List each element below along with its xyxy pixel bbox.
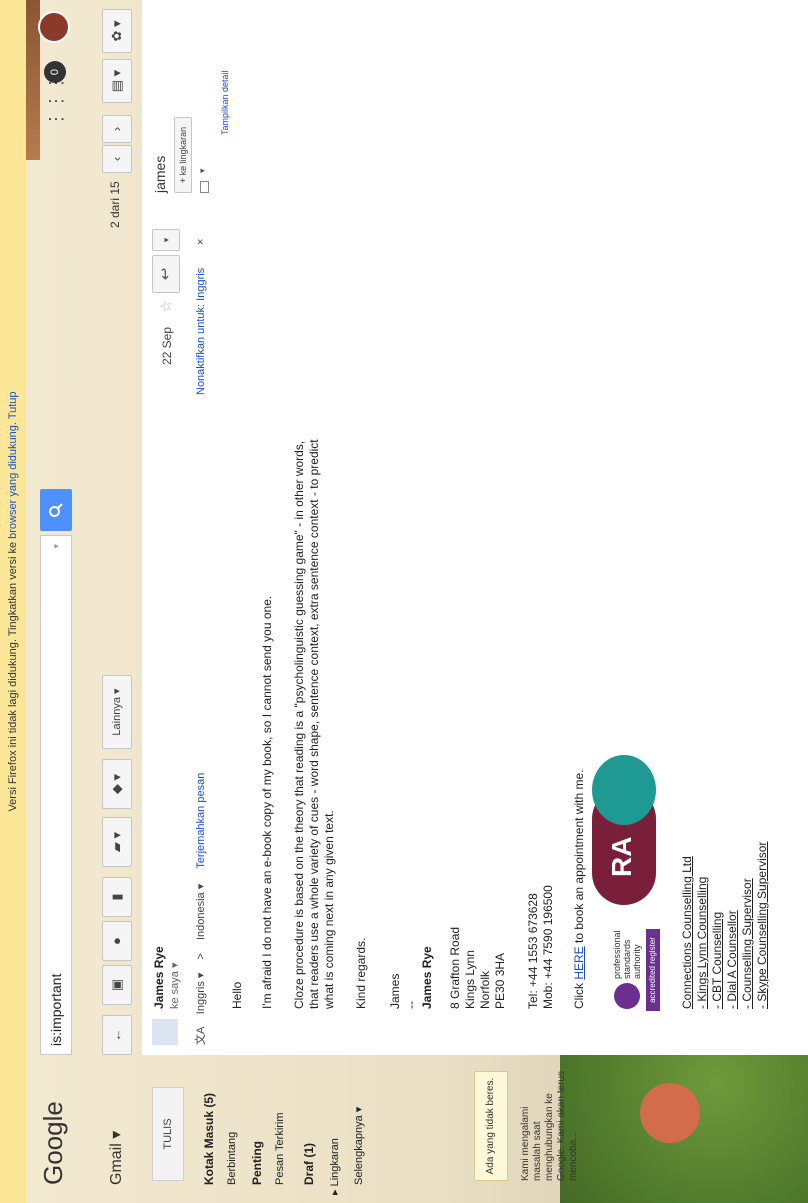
search-button[interactable] bbox=[40, 489, 72, 531]
footer-line[interactable]: - CBT Counselling bbox=[710, 912, 725, 1009]
browser-unsupported-banner: Versi Firefox ini tidak lagi didukung. T… bbox=[0, 0, 26, 1203]
psa-logo-text: professional standards authority bbox=[612, 930, 642, 979]
sidebar-item-starred[interactable]: Berbintang bbox=[226, 1132, 238, 1185]
body-line: Kind regards. bbox=[354, 937, 368, 1009]
body-line: -- bbox=[404, 1001, 418, 1009]
connection-message-line: Google. Kami akan terus bbox=[556, 1070, 567, 1181]
message-date: 22 Sep bbox=[160, 326, 174, 365]
search-value: is:important bbox=[48, 973, 64, 1046]
footer-line[interactable]: - Counselling Supervisor bbox=[740, 878, 755, 1009]
keyboard-button[interactable]: ▤ ▾ bbox=[102, 59, 132, 103]
language-arrow: > bbox=[195, 953, 207, 960]
translate-message-link[interactable]: Terjemahkan pesan bbox=[195, 773, 207, 869]
gmail-menu[interactable]: Gmail ▾ bbox=[106, 1131, 126, 1185]
close-icon[interactable]: × bbox=[188, 239, 214, 245]
notifications-icon[interactable]: 0 bbox=[44, 61, 66, 83]
body-line: what is coming next in any given text. bbox=[322, 810, 336, 1009]
phone-line: Mob: +44 7590 196500 bbox=[541, 885, 555, 1009]
connection-message-line: mencoba... bbox=[568, 1131, 579, 1181]
disable-translation-link[interactable]: Nonaktifkan untuk: Inggris bbox=[188, 268, 214, 395]
toolbar: Gmail ▾ ← ▣ ● ▮ ▰ ▾ ◆ ▾ Lainnya ▾ 2 dari… bbox=[92, 0, 142, 1203]
star-icon[interactable]: ☆ bbox=[157, 300, 175, 313]
source-language-select[interactable]: Inggris ▾ bbox=[195, 973, 207, 1015]
banner-close-link[interactable]: Tutup bbox=[7, 391, 19, 419]
next-button[interactable]: › bbox=[102, 115, 132, 143]
connection-message-line: masalah saat bbox=[532, 1121, 543, 1181]
body-line: that readers use a whole variety of cues… bbox=[307, 439, 321, 1009]
sidebar-item-important[interactable]: Penting bbox=[250, 1141, 264, 1185]
connection-message: Kami mengalami masalah saat menghubungka… bbox=[520, 1061, 580, 1181]
move-to-folder-button[interactable]: ▰ ▾ bbox=[102, 817, 132, 867]
chevron-down-icon[interactable]: ▾ bbox=[197, 168, 208, 173]
sidebar-item-drafts[interactable]: Draf (1) bbox=[302, 1143, 316, 1185]
click-text: Click bbox=[572, 983, 586, 1009]
google-logo[interactable]: Google bbox=[38, 1101, 69, 1185]
target-language-select[interactable]: Indonesia ▾ bbox=[195, 884, 207, 940]
psa-line: authority bbox=[632, 944, 642, 979]
footer-line[interactable]: - Skype Counselling Supervisor bbox=[755, 842, 770, 1009]
connection-warning: Ada yang tidak beres. bbox=[474, 1071, 508, 1181]
more-button[interactable]: Lainnya ▾ bbox=[102, 675, 132, 749]
sidebar-item-inbox[interactable]: Kotak Masuk (5) bbox=[202, 1093, 216, 1185]
body-line: Cloze procedure is based on the theory t… bbox=[292, 440, 306, 1009]
mail-icon[interactable] bbox=[200, 181, 209, 193]
banner-upgrade-link[interactable]: browser yang didukung. bbox=[7, 422, 19, 539]
appointment-text: to book an appointment with me. bbox=[572, 769, 586, 943]
psa-logo-icon bbox=[614, 983, 640, 1009]
show-details-link[interactable]: Tampilkan detail bbox=[220, 70, 230, 135]
translate-icon: 文A bbox=[195, 1027, 207, 1045]
psa-line: standards bbox=[622, 939, 632, 979]
label-button[interactable]: ◆ ▾ bbox=[102, 759, 132, 809]
signature-name: James Rye bbox=[420, 946, 434, 1009]
sidebar-item-circles[interactable]: ▸ Lingkaran bbox=[328, 1138, 341, 1195]
footer-line[interactable]: - Kings Lynn Counselling bbox=[695, 877, 710, 1009]
delete-button[interactable]: ▮ bbox=[102, 877, 132, 917]
header: Google is:important ▾ ⋮⋮⋮ 0 bbox=[26, 0, 92, 1203]
archive-button[interactable]: ▣ bbox=[102, 965, 132, 1005]
sender-avatar[interactable] bbox=[152, 1019, 178, 1045]
address-line: PE30 3HA bbox=[493, 952, 507, 1009]
message-panel: James Rye ke saya ▾ 22 Sep ☆ ↩ ▾ 文A Ingg… bbox=[142, 0, 808, 1055]
search-input[interactable]: is:important ▾ bbox=[40, 535, 72, 1055]
page-info: 2 dari 15 bbox=[108, 181, 122, 228]
address-line: 8 Grafton Road bbox=[448, 926, 462, 1009]
connection-message-line: Kami mengalami bbox=[520, 1106, 531, 1181]
sidebar-item-sent[interactable]: Pesan Terkirim bbox=[274, 1112, 286, 1185]
reply-button[interactable]: ↩ bbox=[152, 255, 180, 293]
psa-accredited-badge: accredited register bbox=[646, 929, 660, 1011]
appointment-link[interactable]: HERE bbox=[572, 946, 586, 979]
body-line: James bbox=[388, 973, 402, 1009]
body-line: Hello bbox=[230, 981, 244, 1009]
back-button[interactable]: ← bbox=[102, 1015, 132, 1055]
footer-line[interactable]: - Dial A Counsellor bbox=[725, 910, 740, 1009]
recipient-details[interactable]: ke saya ▾ bbox=[168, 963, 181, 1010]
connection-message-line: menghubungkan ke bbox=[544, 1093, 555, 1181]
compose-button[interactable]: TULIS bbox=[152, 1087, 184, 1181]
sidebar-item-more[interactable]: Selengkapnya ▾ bbox=[352, 1107, 365, 1185]
settings-button[interactable]: ✿ ▾ bbox=[102, 9, 132, 53]
rva-logo-text: RA bbox=[606, 836, 637, 877]
message-more-button[interactable]: ▾ bbox=[152, 229, 180, 251]
spam-button[interactable]: ● bbox=[102, 921, 132, 961]
psa-line: professional bbox=[612, 930, 622, 979]
banner-text: Versi Firefox ini tidak lagi didukung. T… bbox=[7, 541, 19, 812]
appointment-line: Click HERE to book an appointment with m… bbox=[572, 770, 587, 1009]
sender-name[interactable]: James Rye bbox=[152, 946, 166, 1009]
body-line: I'm afraid I do not have an e-book copy … bbox=[260, 595, 274, 1009]
screen: Versi Firefox ini tidak lagi didukung. T… bbox=[0, 0, 808, 1203]
prev-button[interactable]: ‹ bbox=[102, 145, 132, 173]
address-line: Kings Lynn bbox=[463, 950, 477, 1009]
phone-line: Tel: +44 1553 673628 bbox=[526, 893, 540, 1009]
avatar[interactable] bbox=[38, 11, 70, 43]
add-to-circle-button[interactable]: + ke lingkaran bbox=[174, 117, 192, 193]
address-line: Norfolk bbox=[478, 970, 492, 1009]
search-icon bbox=[48, 503, 63, 517]
contact-name: james bbox=[152, 155, 168, 193]
search-options-icon[interactable]: ▾ bbox=[41, 544, 71, 549]
accredited-badge bbox=[592, 755, 656, 825]
sidebar: TULIS Kotak Masuk (5) Berbintang Penting… bbox=[142, 1055, 808, 1203]
footer-line: Connections Counselling Ltd bbox=[680, 856, 694, 1009]
